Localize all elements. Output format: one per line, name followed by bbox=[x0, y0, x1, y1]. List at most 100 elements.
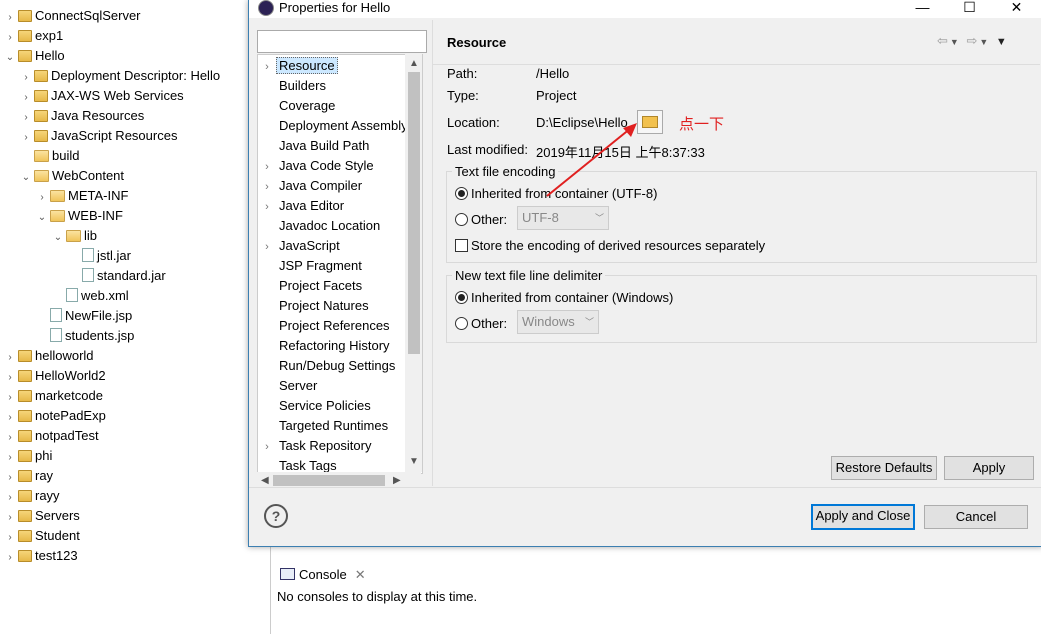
expanded-icon[interactable]: ⌄ bbox=[36, 208, 48, 228]
close-button[interactable]: ✕ bbox=[994, 0, 1039, 16]
apply-and-close-button[interactable]: Apply and Close bbox=[811, 504, 915, 530]
help-icon[interactable]: ? bbox=[264, 504, 288, 528]
delimiter-inherited-radio[interactable]: Inherited from container (Windows) bbox=[455, 290, 673, 305]
tree-item[interactable]: ⌄ WebContent bbox=[20, 166, 124, 186]
tree-item[interactable]: › JAX-WS Web Services bbox=[20, 86, 183, 108]
tree-item[interactable]: › Servers bbox=[4, 506, 79, 528]
tree-item[interactable]: › ray bbox=[4, 466, 53, 486]
expand-icon[interactable]: › bbox=[258, 57, 276, 77]
tree-item[interactable]: NewFile.jsp bbox=[36, 306, 132, 326]
category-item[interactable]: JSP Fragment bbox=[258, 256, 365, 276]
category-item[interactable]: Builders bbox=[258, 76, 329, 96]
collapsed-icon[interactable]: › bbox=[20, 68, 32, 88]
tree-item[interactable]: › Deployment Descriptor: Hello bbox=[20, 66, 220, 86]
delimiter-other-radio[interactable]: Other: bbox=[455, 316, 507, 331]
expand-icon[interactable]: › bbox=[258, 437, 276, 457]
tree-item[interactable]: › META-INF bbox=[36, 186, 128, 206]
category-item[interactable]: Run/Debug Settings bbox=[258, 356, 398, 376]
category-item[interactable]: Project Facets bbox=[258, 276, 365, 296]
category-item[interactable]: › Task Repository bbox=[258, 436, 374, 456]
category-item[interactable]: Coverage bbox=[258, 96, 338, 116]
collapsed-icon[interactable]: › bbox=[4, 388, 16, 408]
expanded-icon[interactable]: ⌄ bbox=[20, 168, 32, 188]
collapsed-icon[interactable]: › bbox=[4, 508, 16, 528]
collapsed-icon[interactable]: › bbox=[4, 8, 16, 28]
forward-icon[interactable]: ⇨ bbox=[966, 33, 979, 48]
maximize-button[interactable]: ☐ bbox=[947, 0, 992, 16]
chevron-down-icon[interactable]: ▼ bbox=[950, 37, 961, 47]
tree-item[interactable]: › Student bbox=[4, 526, 80, 546]
tree-item[interactable]: ⌄ Hello bbox=[4, 46, 65, 66]
collapsed-icon[interactable]: › bbox=[4, 548, 16, 568]
category-item[interactable]: Javadoc Location bbox=[258, 216, 383, 236]
minimize-button[interactable]: — bbox=[900, 0, 945, 16]
tree-item[interactable]: › JavaScript Resources bbox=[20, 126, 177, 146]
category-item[interactable]: › Resource bbox=[258, 56, 338, 76]
expand-icon[interactable]: › bbox=[258, 197, 276, 217]
close-icon[interactable]: ✕ bbox=[355, 567, 366, 582]
tree-item[interactable]: jstl.jar bbox=[68, 246, 131, 266]
scroll-left-icon[interactable]: ◀ bbox=[261, 475, 269, 486]
back-icon[interactable]: ⇦ bbox=[937, 33, 950, 48]
collapsed-icon[interactable]: › bbox=[4, 468, 16, 488]
expand-icon[interactable]: › bbox=[258, 177, 276, 197]
tree-item[interactable]: › test123 bbox=[4, 546, 77, 568]
collapsed-icon[interactable]: › bbox=[4, 448, 16, 468]
tree-item[interactable]: › HelloWorld2 bbox=[4, 366, 105, 388]
category-item[interactable]: Java Build Path bbox=[258, 136, 372, 156]
encoding-select[interactable]: UTF-8 ﹀ bbox=[517, 206, 609, 230]
collapsed-icon[interactable]: › bbox=[20, 88, 32, 108]
dialog-titlebar[interactable]: Properties for Hello — ☐ ✕ bbox=[249, 0, 1041, 18]
tree-item[interactable]: › ConnectSqlServer bbox=[4, 6, 140, 28]
collapsed-icon[interactable]: › bbox=[4, 408, 16, 428]
tree-item[interactable]: standard.jar bbox=[68, 266, 166, 286]
category-item[interactable]: Project Natures bbox=[258, 296, 372, 316]
tree-item[interactable]: › Java Resources bbox=[20, 106, 144, 126]
collapsed-icon[interactable]: › bbox=[20, 108, 32, 128]
collapsed-icon[interactable]: › bbox=[36, 188, 48, 208]
category-hscroll-thumb[interactable] bbox=[273, 475, 385, 486]
tree-item[interactable]: › notpadTest bbox=[4, 426, 98, 448]
collapsed-icon[interactable]: › bbox=[4, 348, 16, 368]
expand-icon[interactable]: › bbox=[258, 157, 276, 177]
store-encoding-checkbox[interactable]: Store the encoding of derived resources … bbox=[455, 238, 765, 253]
scroll-down-icon[interactable]: ▼ bbox=[409, 456, 419, 467]
tree-item[interactable]: students.jsp bbox=[36, 326, 134, 346]
collapsed-icon[interactable]: › bbox=[20, 128, 32, 148]
category-item[interactable]: Server bbox=[258, 376, 320, 396]
category-item[interactable]: Targeted Runtimes bbox=[258, 416, 391, 436]
category-item[interactable]: › Java Editor bbox=[258, 196, 347, 216]
console-tab[interactable]: Console ✕ bbox=[276, 563, 370, 587]
scroll-right-icon[interactable]: ▶ bbox=[393, 475, 401, 486]
tree-item[interactable]: build bbox=[20, 146, 79, 166]
apply-button[interactable]: Apply bbox=[944, 456, 1034, 480]
collapsed-icon[interactable]: › bbox=[4, 28, 16, 48]
collapsed-icon[interactable]: › bbox=[4, 368, 16, 388]
collapsed-icon[interactable]: › bbox=[4, 488, 16, 508]
cancel-button[interactable]: Cancel bbox=[924, 505, 1028, 529]
category-item[interactable]: Service Policies bbox=[258, 396, 374, 416]
tree-item[interactable]: › phi bbox=[4, 446, 52, 466]
chevron-down-icon[interactable]: ▼ bbox=[979, 37, 990, 47]
tree-item[interactable]: ⌄ lib bbox=[52, 226, 97, 246]
category-item[interactable]: Refactoring History bbox=[258, 336, 393, 356]
category-item[interactable]: › Java Code Style bbox=[258, 156, 377, 176]
encoding-other-radio[interactable]: Other: bbox=[455, 212, 507, 227]
tree-item[interactable]: ⌄ WEB-INF bbox=[36, 206, 123, 226]
collapsed-icon[interactable]: › bbox=[4, 428, 16, 448]
category-item[interactable]: › JavaScript bbox=[258, 236, 343, 256]
category-item[interactable]: Deployment Assembly bbox=[258, 116, 411, 136]
tree-item[interactable]: › helloworld bbox=[4, 346, 93, 368]
delimiter-select[interactable]: Windows ﹀ bbox=[517, 310, 599, 334]
view-menu-icon[interactable]: ▼ bbox=[996, 36, 1009, 48]
expanded-icon[interactable]: ⌄ bbox=[4, 48, 16, 68]
expanded-icon[interactable]: ⌄ bbox=[52, 228, 64, 248]
scroll-up-icon[interactable]: ▲ bbox=[409, 58, 419, 69]
tree-item[interactable]: › rayy bbox=[4, 486, 59, 508]
tree-item[interactable]: › marketcode bbox=[4, 386, 103, 406]
restore-defaults-button[interactable]: Restore Defaults bbox=[831, 456, 937, 480]
category-item[interactable]: Project References bbox=[258, 316, 393, 336]
tree-item[interactable]: › exp1 bbox=[4, 26, 63, 46]
expand-icon[interactable]: › bbox=[258, 237, 276, 257]
collapsed-icon[interactable]: › bbox=[4, 528, 16, 548]
